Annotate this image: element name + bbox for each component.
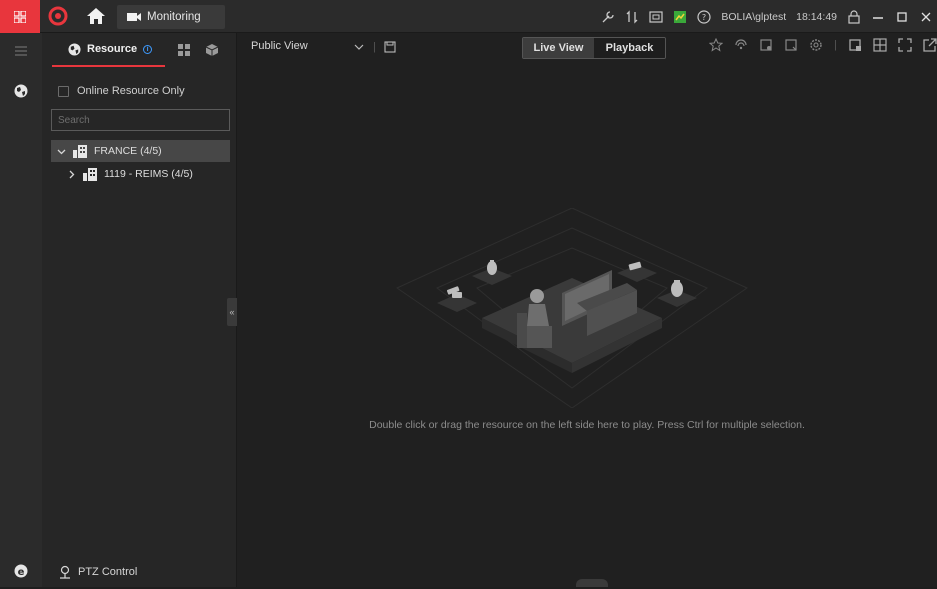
view-selector[interactable]: Public View (251, 40, 308, 52)
svg-text:e: e (18, 567, 25, 578)
collapse-panel-button[interactable]: « (227, 298, 237, 326)
record-icon[interactable] (784, 38, 798, 52)
main-view: Public View | Live View Playback | Doubl… (237, 33, 937, 587)
chevron-down-icon[interactable] (354, 42, 364, 52)
online-only-row[interactable]: Online Resource Only (58, 85, 185, 97)
globe-icon (14, 84, 28, 98)
capture-icon[interactable] (759, 38, 773, 52)
browser-icon: e (14, 564, 28, 578)
building-icon (83, 167, 97, 181)
tab-resource-label: Resource (87, 43, 138, 55)
user-name[interactable]: BOLIA\glptest (721, 11, 786, 23)
layout-icon[interactable] (873, 38, 887, 52)
star-icon[interactable] (709, 38, 724, 52)
double-chevron-left-icon: « (229, 307, 235, 317)
info-icon[interactable]: i (143, 44, 153, 54)
help-icon[interactable]: ? (697, 9, 711, 24)
tree-node-reims[interactable]: 1119 - REIMS (4/5) (51, 163, 230, 185)
minimize-icon[interactable] (871, 10, 885, 24)
ptz-label: PTZ Control (78, 566, 138, 578)
building-icon (73, 144, 87, 158)
tree-node-label: FRANCE (4/5) (94, 145, 162, 157)
chevron-right-icon[interactable] (67, 170, 76, 179)
cube-icon[interactable] (205, 43, 219, 57)
image-icon[interactable] (673, 10, 687, 24)
clock: 18:14:49 (796, 10, 837, 23)
view-mode-switch: Live View Playback (522, 37, 666, 59)
online-only-label: Online Resource Only (77, 85, 185, 97)
online-only-checkbox[interactable] (58, 85, 69, 97)
tab-monitoring[interactable]: Monitoring (117, 5, 225, 29)
toolbar-divider: | (373, 41, 376, 53)
save-icon[interactable] (384, 41, 396, 53)
panel-tabs: Resource i (42, 33, 237, 67)
toolbar-divider: | (834, 39, 837, 51)
signal-icon[interactable] (734, 38, 748, 52)
app-menu-button[interactable] (0, 0, 40, 33)
app-menu-icon (14, 10, 26, 23)
fullscreen-icon[interactable] (898, 38, 912, 52)
lock-icon[interactable] (847, 9, 861, 24)
home-icon[interactable] (86, 7, 106, 25)
rail-resource-button[interactable] (0, 73, 42, 109)
logo-icon (48, 6, 68, 26)
tab-resource[interactable]: Resource i (52, 33, 165, 67)
ptz-icon (60, 565, 70, 579)
search-input[interactable] (51, 109, 230, 131)
wrench-icon[interactable] (601, 10, 615, 24)
popout-icon[interactable] (923, 38, 937, 52)
empty-state-hint: Double click or drag the resource on the… (369, 419, 805, 431)
tree-node-france[interactable]: FRANCE (4/5) (51, 140, 230, 162)
playback-button[interactable]: Playback (594, 38, 665, 58)
window-icon[interactable] (848, 38, 862, 52)
view-tools: | (709, 38, 937, 52)
close-icon[interactable] (919, 10, 933, 24)
globe-icon (68, 42, 81, 56)
ptz-control-button[interactable]: PTZ Control (58, 565, 137, 579)
bottom-expand-handle[interactable] (576, 579, 608, 587)
settings-icon[interactable] (809, 38, 823, 52)
empty-state-illustration (395, 208, 749, 408)
left-rail: e (0, 33, 42, 587)
view-toolbar: Public View | Live View Playback | (237, 33, 937, 63)
list-icon (15, 46, 27, 56)
chevron-down-icon[interactable] (57, 147, 66, 156)
tree-node-label: 1119 - REIMS (4/5) (104, 168, 193, 180)
title-bar: Monitoring ? BOLIA\glptest 18:14:49 (0, 0, 937, 33)
live-view-button[interactable]: Live View (523, 38, 594, 58)
svg-text:?: ? (702, 13, 706, 22)
rail-list-button[interactable] (0, 33, 42, 69)
maximize-icon[interactable] (895, 10, 909, 24)
rec-icon[interactable] (649, 10, 663, 24)
resource-panel: Resource i Online Resource Only FRANCE (… (42, 33, 237, 587)
camera-icon (127, 13, 141, 21)
tab-monitoring-label: Monitoring (147, 11, 201, 23)
grid-icon[interactable] (177, 43, 191, 57)
transfer-icon[interactable] (625, 9, 639, 24)
rail-browser-button[interactable]: e (0, 553, 42, 589)
title-right-bar: ? BOLIA\glptest 18:14:49 (601, 0, 937, 33)
